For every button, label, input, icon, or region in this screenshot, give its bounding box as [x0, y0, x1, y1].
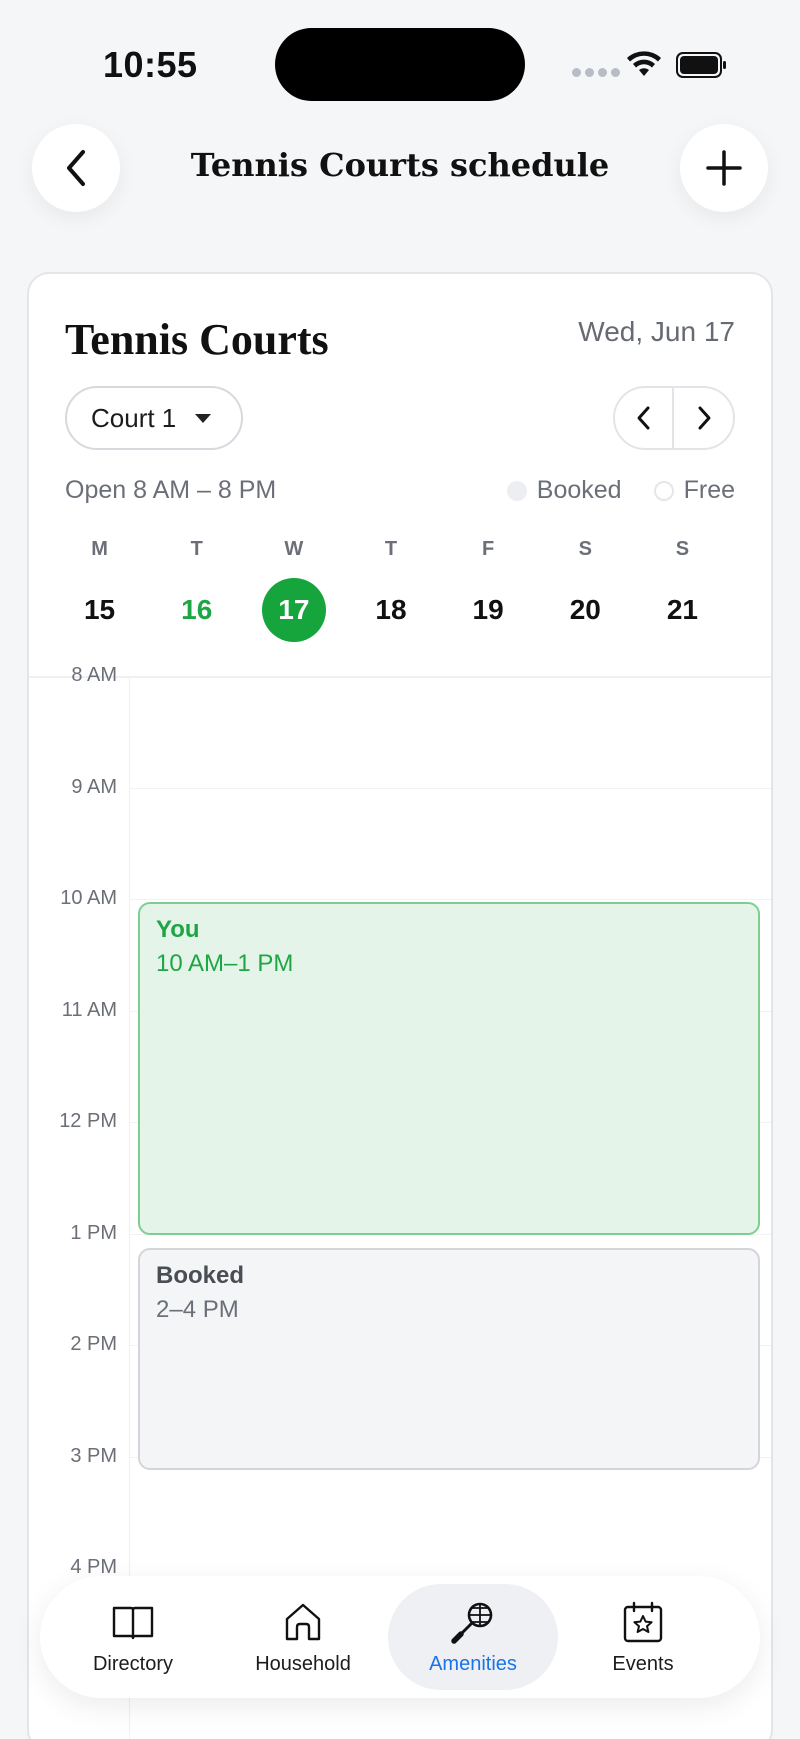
hour-label: 8 AM: [71, 664, 117, 686]
court-select[interactable]: Court 1: [65, 386, 243, 450]
caret-down-icon: [195, 414, 211, 423]
chevron-left-icon: [67, 150, 85, 186]
home-icon: [285, 1603, 321, 1640]
day-of-week: M: [91, 538, 108, 560]
legend-booked-label: Booked: [536, 476, 622, 504]
day-number: 19: [472, 594, 504, 625]
tennis-racket-icon: [451, 1602, 493, 1644]
book-icon: [112, 1606, 154, 1639]
legend: Booked Free: [489, 476, 735, 505]
day-number: 20: [569, 594, 601, 625]
day-of-week: T: [190, 538, 203, 560]
day-number: 18: [375, 594, 407, 625]
event-time: 2–4 PM: [156, 1296, 239, 1323]
booked-dot-icon: [506, 480, 527, 501]
calendar-star-icon: [623, 1601, 663, 1642]
event-title: Booked: [156, 1262, 245, 1289]
chevron-right-icon: [698, 406, 710, 430]
hour-label: 12 PM: [59, 1110, 117, 1132]
week-navigation: [613, 386, 735, 450]
next-week-button[interactable]: [674, 388, 733, 448]
day-wed-selected[interactable]: W 17: [245, 538, 342, 642]
tab-label: Directory: [92, 1652, 173, 1675]
day-number: 15: [83, 594, 116, 625]
chevron-left-icon: [637, 406, 649, 430]
event-title: You: [156, 916, 200, 943]
tab-events[interactable]: Events: [558, 1584, 728, 1690]
back-button[interactable]: [32, 124, 120, 212]
hour-line: [129, 899, 771, 900]
day-mon[interactable]: M 15: [51, 538, 148, 642]
legend-booked: Booked: [506, 476, 622, 505]
plus-icon: [706, 150, 742, 186]
hour-label: 10 AM: [60, 887, 117, 909]
day-sun[interactable]: S 21: [634, 538, 731, 642]
hour-line: [129, 788, 771, 789]
status-time: 10:55: [103, 44, 198, 85]
tab-label: Amenities: [429, 1652, 517, 1675]
hour-label: 2 PM: [70, 1333, 117, 1355]
day-sat[interactable]: S 20: [537, 538, 634, 642]
wifi-icon: [627, 51, 661, 76]
tab-label: Events: [612, 1652, 674, 1675]
day-number: 17: [261, 578, 326, 642]
tab-label: Household: [255, 1652, 351, 1675]
day-number: 16: [181, 594, 213, 625]
add-booking-button[interactable]: [680, 124, 768, 212]
selected-date: Wed, Jun 17: [578, 316, 735, 347]
day-thu[interactable]: T 18: [342, 538, 439, 642]
hour-label: 9 AM: [71, 776, 117, 798]
page-title: Tennis Courts schedule: [190, 146, 610, 184]
my-booking-event[interactable]: You 10 AM–1 PM: [138, 902, 760, 1235]
previous-week-button[interactable]: [615, 388, 675, 448]
legend-free: Free: [653, 476, 735, 505]
day-number: 21: [666, 594, 698, 625]
free-dot-icon: [653, 480, 674, 501]
cellular-signal-icon: [572, 68, 620, 77]
dynamic-island: [275, 28, 525, 101]
battery-icon: [676, 52, 726, 78]
day-of-week: T: [384, 538, 398, 560]
status-bar: 10:55: [0, 0, 800, 120]
court-select-value: Court 1: [91, 402, 177, 433]
schedule-card: Tennis Courts Wed, Jun 17 Court 1 Open 8…: [27, 272, 773, 1739]
bottom-tab-bar: Directory Household Amenities Events: [40, 1576, 760, 1698]
hour-label: 11 AM: [61, 999, 117, 1021]
day-of-week: F: [482, 538, 495, 560]
tab-household[interactable]: Household: [218, 1584, 388, 1690]
tab-amenities[interactable]: Amenities: [388, 1584, 558, 1690]
card-title: Tennis Courts: [65, 315, 329, 364]
hour-label: 3 PM: [70, 1445, 117, 1467]
day-fri[interactable]: F 19: [440, 538, 537, 642]
day-of-week: S: [578, 538, 592, 560]
legend-free-label: Free: [683, 476, 735, 504]
timeline-divider: [29, 676, 771, 678]
event-time: 10 AM–1 PM: [156, 950, 294, 977]
hour-label: 1 PM: [70, 1222, 117, 1244]
day-of-week: S: [675, 538, 690, 560]
day-tue-today[interactable]: T 16: [148, 538, 245, 642]
tab-directory[interactable]: Directory: [48, 1584, 218, 1690]
opening-hours: Open 8 AM – 8 PM: [65, 476, 277, 504]
booked-event[interactable]: Booked 2–4 PM: [138, 1248, 760, 1470]
day-of-week: W: [284, 538, 304, 560]
week-strip: M 15 T 16 W 17 T 18 F 19 S 20 S 21: [51, 538, 731, 642]
